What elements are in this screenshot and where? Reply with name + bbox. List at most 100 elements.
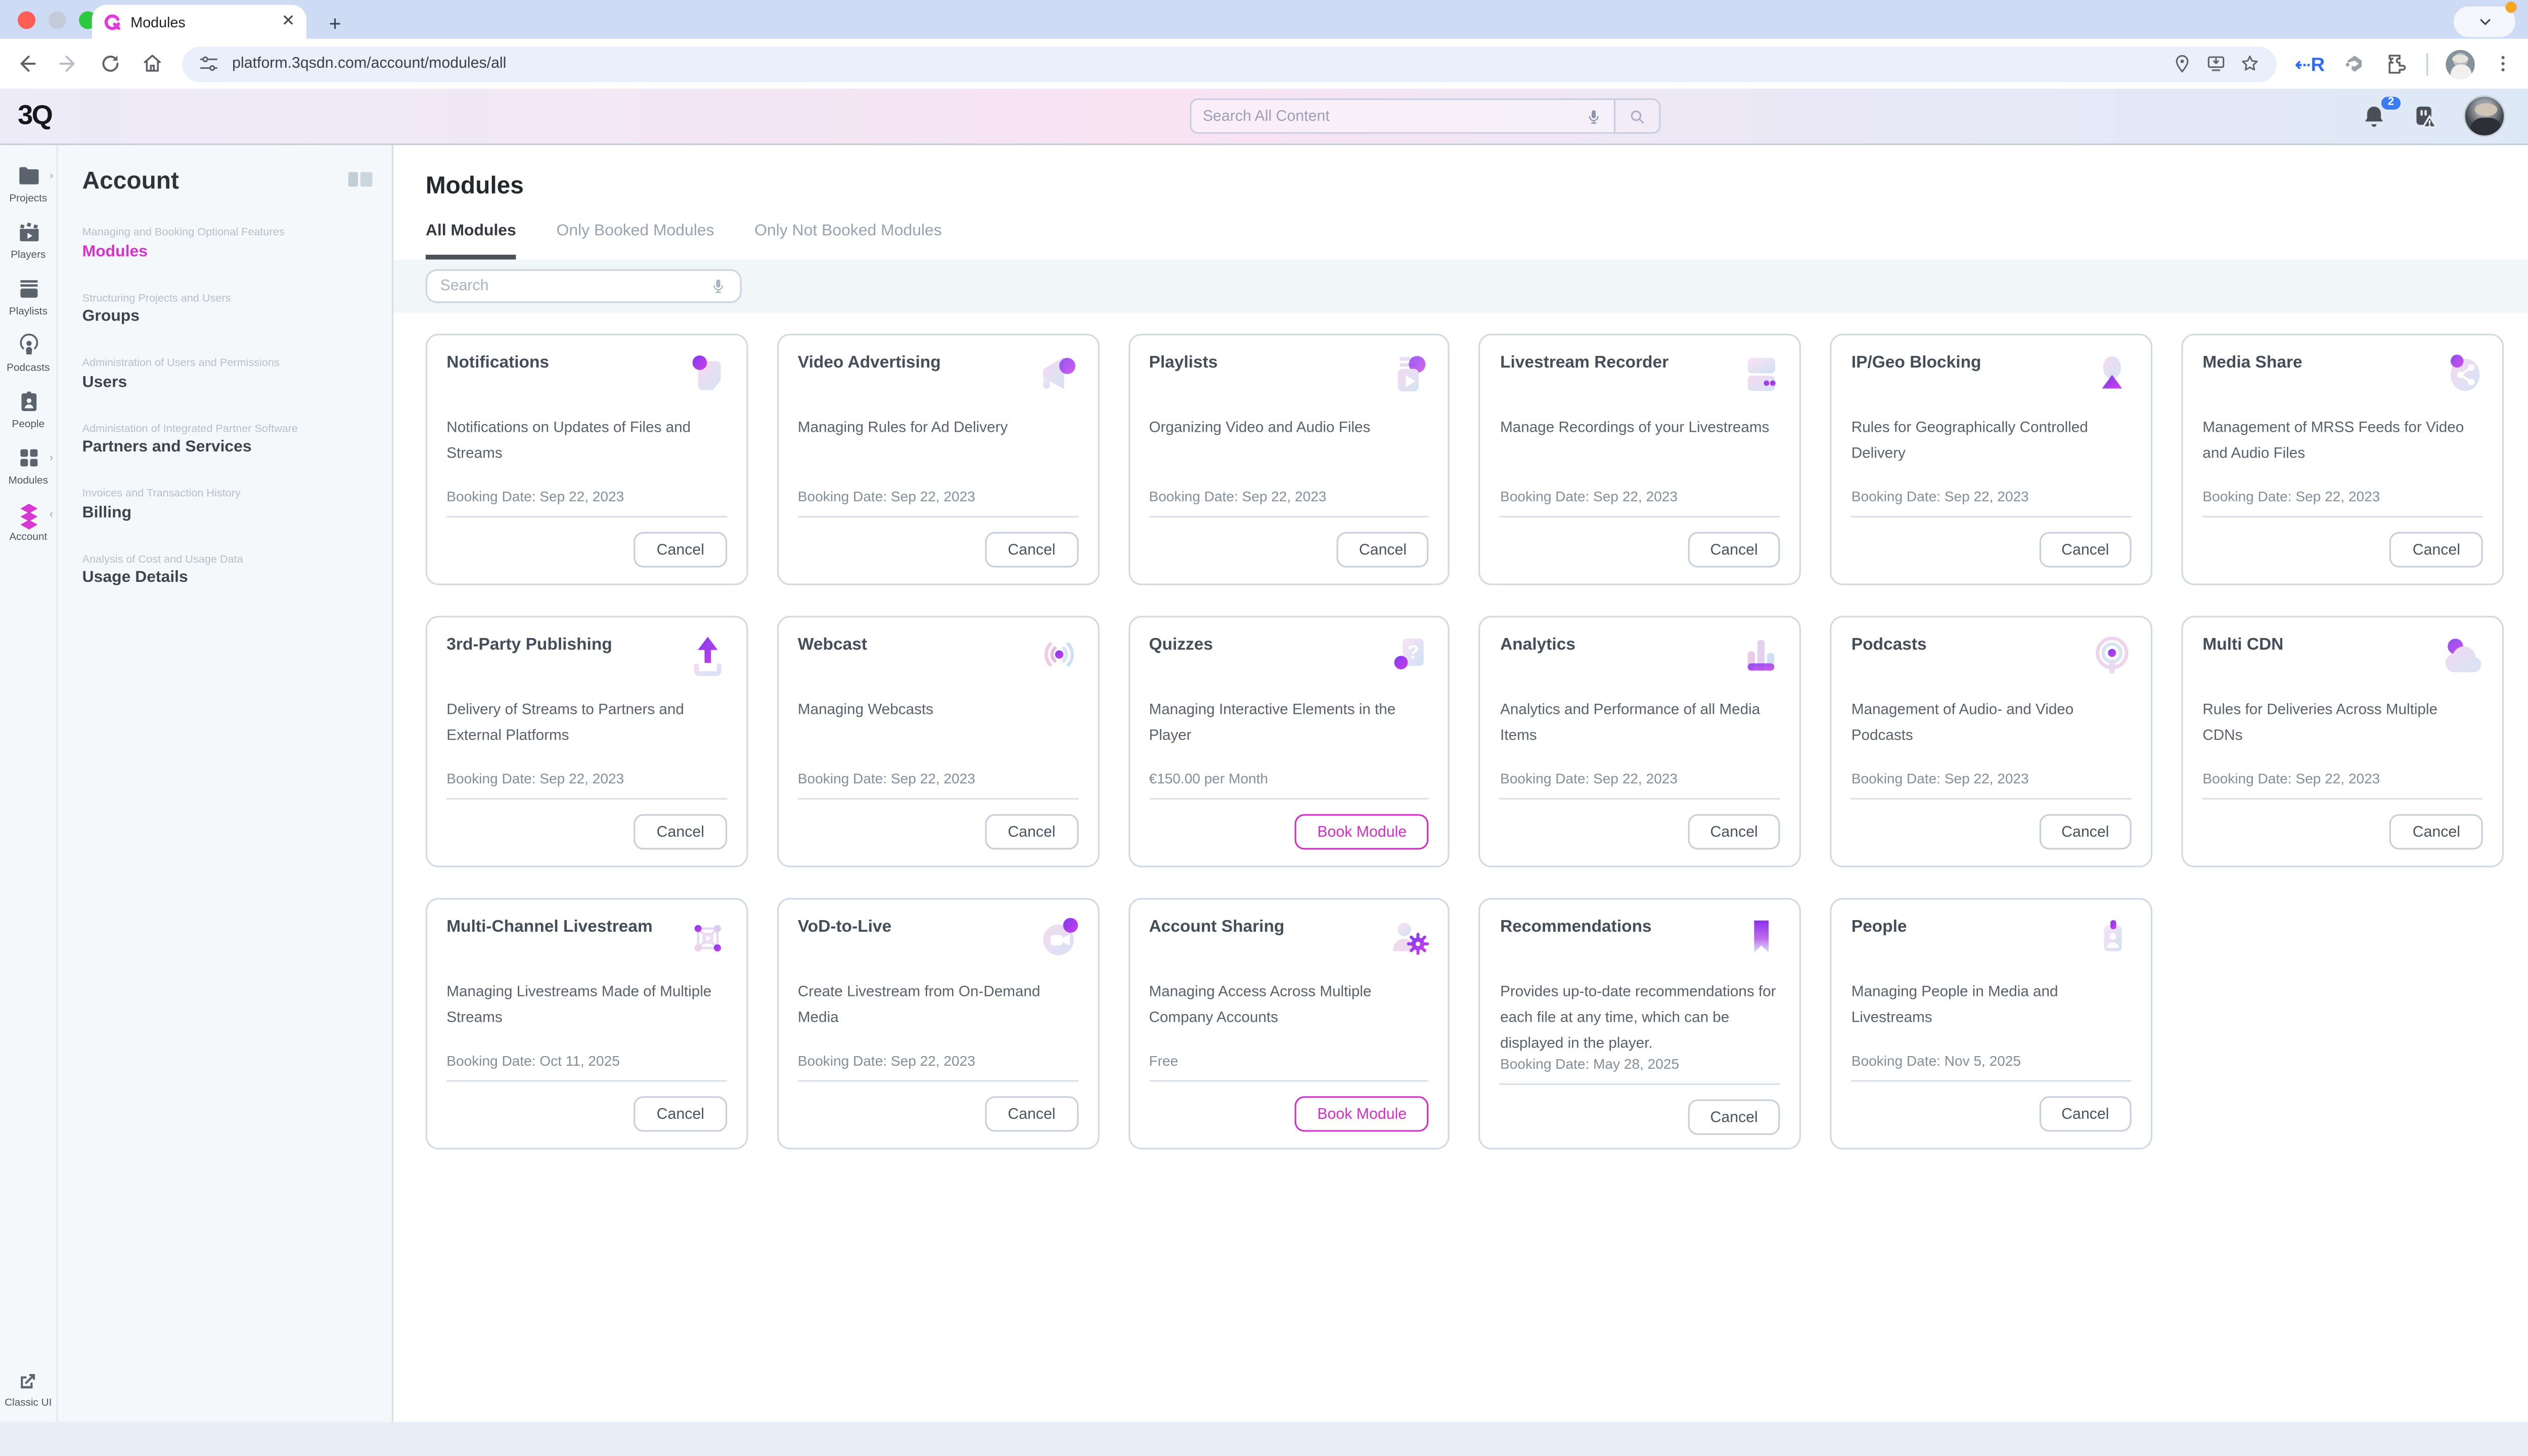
module-search-input[interactable]: [440, 277, 700, 295]
panel-item-modules[interactable]: Managing and Booking Optional FeaturesMo…: [82, 228, 370, 260]
puzzle-extension-icon[interactable]: [2384, 52, 2409, 76]
panel-item-label: Users: [82, 373, 370, 391]
panel-item-eyebrow: Structuring Projects and Users: [82, 293, 370, 304]
cancel-button[interactable]: Cancel: [2390, 814, 2483, 849]
cancel-button[interactable]: Cancel: [634, 814, 727, 849]
back-arrow-icon[interactable]: [15, 52, 39, 76]
sidebar-item-podcasts[interactable]: Podcasts: [0, 332, 57, 374]
sidebar-item-players[interactable]: Players: [0, 219, 57, 261]
bookmark-star-icon[interactable]: [2240, 53, 2261, 74]
module-card-analytics: AnalyticsAnalytics and Performance of al…: [1479, 616, 1801, 867]
panel-item-eyebrow: Administation of Integrated Partner Soft…: [82, 423, 370, 434]
tab-all-modules[interactable]: All Modules: [426, 222, 516, 259]
cancel-button[interactable]: Cancel: [985, 532, 1078, 567]
browser-tabstrip: Modules ✕ +: [0, 0, 2528, 39]
module-card-vod-to-live: VoD-to-LiveCreate Livestream from On-Dem…: [777, 898, 1099, 1149]
profile-avatar[interactable]: [2446, 49, 2474, 78]
cancel-button[interactable]: Cancel: [2039, 1096, 2132, 1131]
global-search-input[interactable]: [1203, 107, 1575, 125]
grid-icon: [15, 445, 41, 471]
global-search-button[interactable]: [1614, 99, 1660, 134]
url-bar[interactable]: platform.3qsdn.com/account/modules/all: [182, 46, 2277, 81]
module-card-3rd-party-publishing: 3rd-Party PublishingDelivery of Streams …: [426, 616, 748, 867]
cancel-button[interactable]: Cancel: [2039, 814, 2132, 849]
classic-ui-link[interactable]: Classic UI: [5, 1370, 52, 1409]
sidebar-item-label: Modules: [9, 476, 48, 487]
module-card-meta: Booking Date: Sep 22, 2023: [1500, 770, 1780, 799]
layers-icon: [15, 502, 41, 527]
tune-icon[interactable]: [198, 53, 219, 74]
app-logo[interactable]: 3Q: [0, 100, 52, 132]
sidebar-item-account[interactable]: ‹Account: [0, 502, 57, 543]
module-card-meta: Booking Date: Sep 22, 2023: [1852, 770, 2132, 799]
bell-icon[interactable]: 2: [2360, 102, 2387, 129]
panel-item-usage-details[interactable]: Analysis of Cost and Usage DataUsage Det…: [82, 554, 370, 586]
podcasts-illustration-icon: [2088, 632, 2137, 680]
tab-only-not-booked-modules[interactable]: Only Not Booked Modules: [754, 222, 941, 259]
module-card-media-share: Media ShareManagement of MRSS Feeds for …: [2182, 334, 2504, 585]
svg-text:?: ?: [1408, 642, 1420, 663]
reload-icon[interactable]: [99, 52, 123, 76]
idbadge-icon: [15, 388, 41, 414]
cancel-button[interactable]: Cancel: [634, 532, 727, 567]
book-module-button[interactable]: Book Module: [1295, 1096, 1429, 1131]
home-icon[interactable]: [140, 52, 164, 76]
clapper-icon: [15, 219, 41, 245]
global-search[interactable]: [1190, 99, 1660, 134]
forward-arrow-icon[interactable]: [57, 52, 81, 76]
module-card-description: Rules for Geographically Controlled Deli…: [1852, 416, 2132, 467]
module-card-multi-channel-livestream: Multi-Channel LivestreamManaging Livestr…: [426, 898, 748, 1149]
module-card-description: Notifications on Updates of Files and St…: [446, 416, 727, 467]
sidebar-item-people[interactable]: People: [0, 388, 57, 430]
minimize-window-button[interactable]: [49, 11, 66, 29]
media-share-illustration-icon: [2440, 350, 2488, 398]
tab-close-icon[interactable]: ✕: [282, 14, 295, 30]
cancel-button[interactable]: Cancel: [2390, 532, 2483, 567]
cancel-button[interactable]: Cancel: [1688, 532, 1781, 567]
tab-only-booked-modules[interactable]: Only Booked Modules: [557, 222, 714, 259]
user-avatar[interactable]: [2463, 95, 2505, 137]
module-search[interactable]: [426, 269, 742, 303]
location-pin-icon[interactable]: [2172, 53, 2193, 74]
sidebar-item-playlists[interactable]: Playlists: [0, 276, 57, 317]
module-grid: NotificationsNotifications on Updates of…: [393, 313, 2528, 1150]
cancel-button[interactable]: Cancel: [1336, 532, 1429, 567]
cancel-button[interactable]: Cancel: [1688, 814, 1781, 849]
sidebar-item-projects[interactable]: ›Projects: [0, 163, 57, 205]
close-window-button[interactable]: [18, 11, 35, 29]
sidebar-item-modules[interactable]: ›Modules: [0, 445, 57, 487]
microphone-icon[interactable]: [709, 277, 727, 295]
kebab-menu-icon[interactable]: [2493, 53, 2513, 74]
panel-toggle-icon[interactable]: [348, 171, 373, 189]
cancel-button[interactable]: Cancel: [1688, 1100, 1781, 1135]
url-text[interactable]: platform.3qsdn.com/account/modules/all: [232, 55, 2159, 72]
module-card-meta: Booking Date: Sep 22, 2023: [798, 488, 1078, 517]
cancel-button[interactable]: Cancel: [634, 1096, 727, 1131]
panel-item-eyebrow: Invoices and Transaction History: [82, 488, 370, 499]
microphone-icon[interactable]: [1585, 107, 1603, 125]
book-module-button[interactable]: Book Module: [1295, 814, 1429, 849]
panel-item-billing[interactable]: Invoices and Transaction HistoryBilling: [82, 488, 370, 521]
panel-title: Account: [82, 168, 370, 195]
module-card-multi-cdn: Multi CDNRules for Deliveries Across Mul…: [2182, 616, 2504, 867]
browser-tab[interactable]: Modules ✕: [92, 5, 306, 39]
new-tab-button[interactable]: +: [329, 13, 341, 34]
video-advertising-illustration-icon: [1034, 350, 1083, 398]
gray-extension-icon[interactable]: [2342, 52, 2367, 76]
panel-item-users[interactable]: Administration of Users and PermissionsU…: [82, 358, 370, 391]
module-card-meta: Booking Date: May 28, 2025: [1500, 1057, 1780, 1085]
panel-item-groups[interactable]: Structuring Projects and UsersGroups: [82, 293, 370, 326]
cancel-button[interactable]: Cancel: [2039, 532, 2132, 567]
window-controls[interactable]: [18, 11, 97, 29]
cancel-button[interactable]: Cancel: [985, 814, 1078, 849]
panel-item-partners-and-services[interactable]: Administation of Integrated Partner Soft…: [82, 423, 370, 456]
cancel-button[interactable]: Cancel: [985, 1096, 1078, 1131]
browser-updates-button[interactable]: [2454, 7, 2515, 37]
ip-geo-blocking-illustration-icon: [2088, 350, 2137, 398]
module-card-people: PeopleManaging People in Media and Lives…: [1830, 898, 2152, 1149]
install-monitor-icon[interactable]: [2206, 53, 2227, 74]
module-card-meta: Booking Date: Sep 22, 2023: [798, 1053, 1078, 1081]
playlist-icon: [15, 276, 41, 301]
stream-alert-icon[interactable]: [2412, 102, 2439, 129]
r-extension-icon[interactable]: ⇠R: [2294, 53, 2325, 75]
